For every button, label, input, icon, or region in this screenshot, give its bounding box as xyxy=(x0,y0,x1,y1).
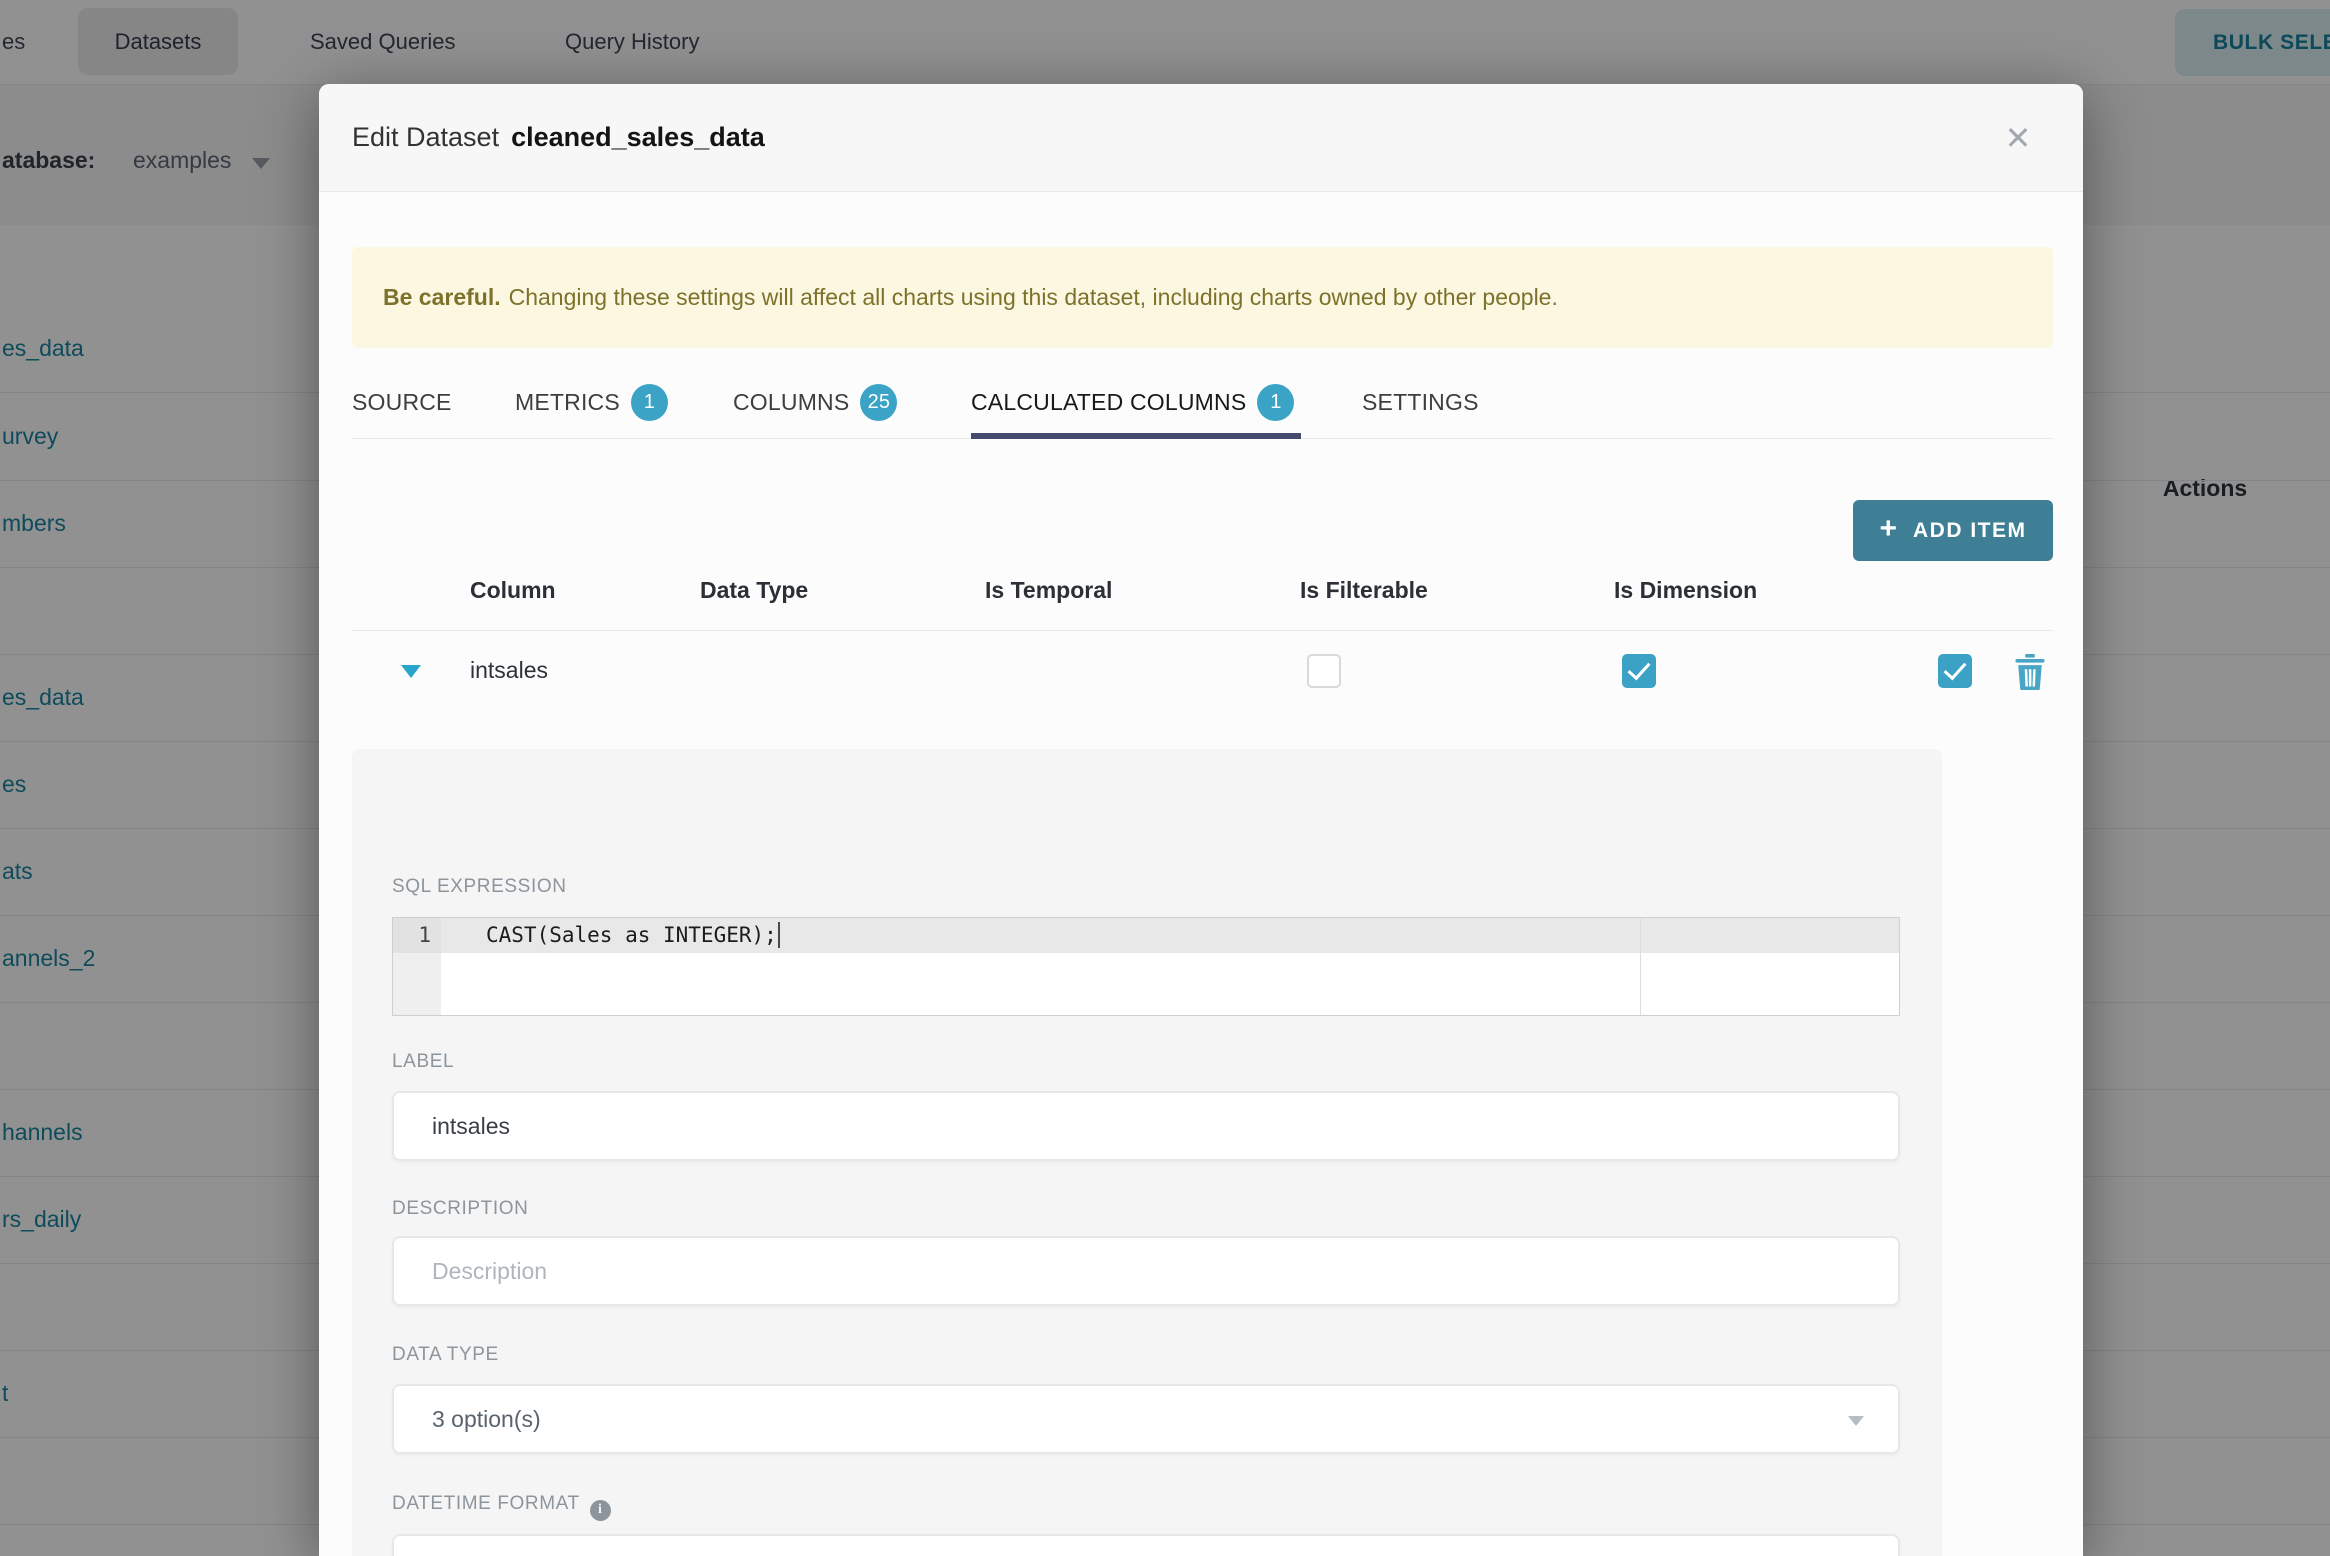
header-is-temporal: Is Temporal xyxy=(985,577,1113,603)
active-tab-inkbar xyxy=(971,433,1301,439)
warning-text: Changing these settings will affect all … xyxy=(508,284,1558,310)
tab-metrics[interactable]: METRICS 1 xyxy=(515,370,668,434)
label-field-label: LABEL xyxy=(392,1051,455,1072)
sql-expression-label: SQL EXPRESSION xyxy=(392,876,567,897)
table-header-divider xyxy=(352,630,2053,631)
calculated-column-name: intsales xyxy=(470,657,548,683)
data-type-field-label: DATA TYPE xyxy=(392,1344,499,1365)
data-type-select[interactable]: 3 option(s) xyxy=(392,1384,1900,1454)
editor-line-number: 1 xyxy=(418,923,431,947)
tab-source[interactable]: SOURCE xyxy=(352,370,452,434)
add-item-button[interactable]: + ADD ITEM xyxy=(1853,500,2053,561)
add-item-label: ADD ITEM xyxy=(1913,518,2027,542)
datetime-format-field-label: DATETIME FORMAT i xyxy=(392,1493,611,1521)
description-input[interactable] xyxy=(392,1236,1900,1306)
warning-bold: Be careful. xyxy=(383,284,501,310)
tab-calculated-columns-label: CALCULATED COLUMNS xyxy=(971,388,1247,415)
header-is-filterable: Is Filterable xyxy=(1300,577,1428,603)
sql-code-text: CAST(Sales as INTEGER); xyxy=(486,923,777,947)
editor-gutter: 1 xyxy=(393,918,441,1015)
plus-icon: + xyxy=(1879,512,1898,545)
tab-columns-label: COLUMNS xyxy=(733,388,850,415)
datetime-format-label-text: DATETIME FORMAT xyxy=(392,1493,580,1514)
sql-code-line: CAST(Sales as INTEGER); xyxy=(486,918,780,953)
tab-metrics-label: METRICS xyxy=(515,388,620,415)
collapse-row-caret-icon[interactable] xyxy=(401,665,421,678)
modal-title: Edit Dataset cleaned_sales_data xyxy=(352,84,765,191)
datetime-format-input[interactable] xyxy=(392,1534,1900,1556)
header-is-dimension: Is Dimension xyxy=(1614,577,1758,603)
sql-expression-code-editor[interactable]: 1 CAST(Sales as INTEGER); xyxy=(392,917,1900,1016)
tab-settings[interactable]: SETTINGS xyxy=(1362,370,1479,434)
description-field-label: DESCRIPTION xyxy=(392,1198,529,1219)
warning-banner: Be careful. Changing these settings will… xyxy=(352,247,2053,348)
calculated-column-detail-panel: SQL EXPRESSION 1 CAST(Sales as INTEGER);… xyxy=(352,749,1942,1556)
metrics-count-badge: 1 xyxy=(630,383,668,421)
info-icon[interactable]: i xyxy=(589,1499,611,1521)
select-caret-icon xyxy=(1848,1416,1864,1426)
screen: es Datasets Saved Queries Query History … xyxy=(0,0,2330,1556)
is-temporal-checkbox[interactable] xyxy=(1307,654,1341,688)
close-icon[interactable]: ✕ xyxy=(1983,84,2053,191)
tab-calculated-columns[interactable]: CALCULATED COLUMNS 1 xyxy=(971,370,1295,434)
tab-source-label: SOURCE xyxy=(352,388,452,415)
editor-print-margin xyxy=(1640,918,1641,1015)
data-type-selected-value: 3 option(s) xyxy=(432,1405,541,1432)
edit-dataset-modal: Edit Dataset cleaned_sales_data ✕ Be car… xyxy=(319,84,2083,1556)
header-data-type: Data Type xyxy=(700,577,809,603)
editor-gutter-active xyxy=(393,918,441,953)
tab-settings-label: SETTINGS xyxy=(1362,388,1479,415)
is-dimension-checkbox[interactable] xyxy=(1938,654,1972,688)
modal-title-prefix: Edit Dataset xyxy=(352,122,500,152)
calculated-columns-count-badge: 1 xyxy=(1257,383,1295,421)
label-input[interactable] xyxy=(392,1091,1900,1161)
modal-title-dataset-name: cleaned_sales_data xyxy=(511,122,765,152)
tab-columns[interactable]: COLUMNS 25 xyxy=(733,370,898,434)
is-filterable-checkbox[interactable] xyxy=(1622,654,1656,688)
delete-trash-icon[interactable] xyxy=(2013,654,2047,690)
header-column: Column xyxy=(470,577,556,603)
modal-header: Edit Dataset cleaned_sales_data ✕ xyxy=(319,84,2083,192)
editor-text-cursor xyxy=(777,922,780,948)
columns-count-badge: 25 xyxy=(860,383,898,421)
